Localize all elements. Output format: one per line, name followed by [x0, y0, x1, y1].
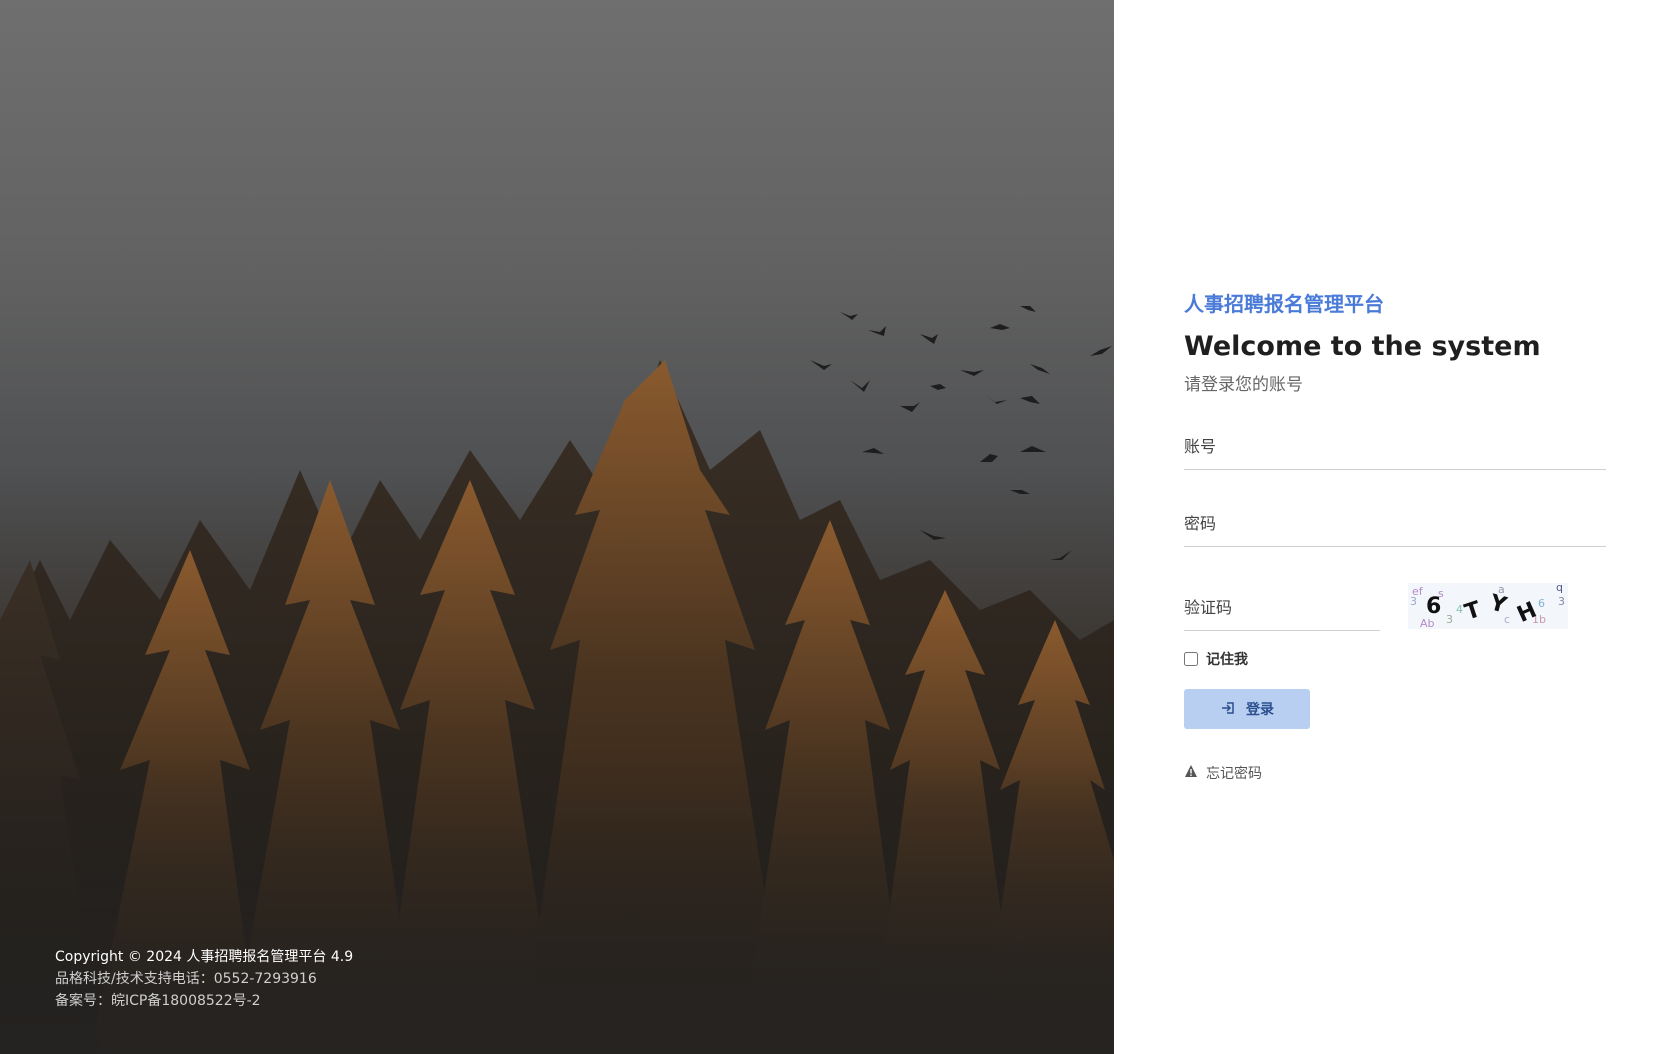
- svg-text:3: 3: [1410, 595, 1417, 608]
- login-form: 人事招聘报名管理平台 Welcome to the system 请登录您的账号…: [1184, 288, 1606, 783]
- login-icon: [1220, 700, 1236, 719]
- password-field: [1184, 506, 1606, 547]
- svg-text:c: c: [1504, 613, 1510, 626]
- svg-text:q: q: [1556, 583, 1563, 594]
- login-subtitle: 请登录您的账号: [1184, 375, 1303, 395]
- forest-birds-illustration: [0, 306, 1114, 1054]
- account-input[interactable]: [1184, 429, 1606, 467]
- remember-checkbox[interactable]: [1184, 652, 1198, 666]
- captcha-input[interactable]: [1184, 590, 1380, 628]
- support-text: 品格科技/技术支持电话：0552-7293916: [55, 971, 317, 987]
- platform-name: 人事招聘报名管理平台: [1184, 292, 1384, 316]
- login-label: 登录: [1246, 701, 1274, 717]
- svg-text:3: 3: [1558, 595, 1565, 608]
- copyright-text: Copyright © 2024 人事招聘报名管理平台 4.9: [55, 949, 354, 965]
- captcha-image[interactable]: ef 3 s4 3 Ab a6 3q c 1b 6 T Y H: [1408, 583, 1568, 629]
- forgot-password-link[interactable]: 忘记密码: [1184, 763, 1606, 783]
- icp-text: 备案号：皖ICP备18008522号-2: [55, 993, 261, 1009]
- warning-icon: [1184, 764, 1198, 782]
- captcha-char-2: T: [1462, 597, 1484, 625]
- svg-text:3: 3: [1446, 613, 1453, 626]
- captcha-field: [1184, 590, 1380, 631]
- forgot-password-label: 忘记密码: [1206, 766, 1262, 782]
- svg-text:6: 6: [1538, 597, 1545, 610]
- welcome-heading: Welcome to the system: [1184, 331, 1541, 362]
- login-panel: 人事招聘报名管理平台 Welcome to the system 请登录您的账号…: [1114, 0, 1659, 1054]
- login-page: Copyright © 2024 人事招聘报名管理平台 4.9 品格科技/技术支…: [0, 0, 1659, 1054]
- captcha-char-1: 6: [1426, 594, 1441, 619]
- captcha-row: ef3 s4 3Ab a6 3q c1b 6 T Y H: [1184, 583, 1606, 631]
- login-button[interactable]: 登录: [1184, 689, 1310, 729]
- remember-label: 记住我: [1206, 652, 1248, 668]
- footer-info: Copyright © 2024 人事招聘报名管理平台 4.9 品格科技/技术支…: [55, 946, 353, 1012]
- remember-me[interactable]: 记住我: [1184, 649, 1606, 669]
- account-field: [1184, 429, 1606, 470]
- hero-background: Copyright © 2024 人事招聘报名管理平台 4.9 品格科技/技术支…: [0, 0, 1114, 1054]
- password-input[interactable]: [1184, 506, 1606, 544]
- captcha-graphic: ef3 s4 3Ab a6 3q c 1b 6 T Y H: [1410, 583, 1565, 629]
